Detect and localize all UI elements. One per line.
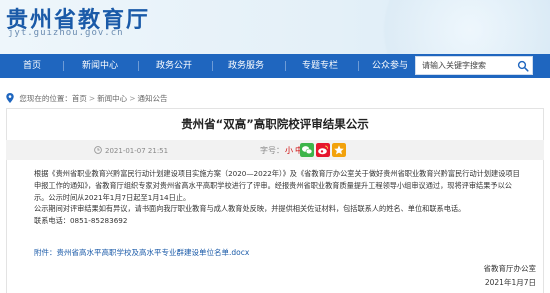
nav-item-news[interactable]: 新闻中心 [76,54,124,78]
nav-item-gov-services[interactable]: 政务服务 [222,54,270,78]
nav-separator [358,61,359,71]
weibo-share-icon[interactable] [316,143,330,157]
attachment-link[interactable]: 附件：贵州省高水平高职学校及高水平专业群建设单位名单.docx [34,247,249,258]
search-input[interactable] [416,57,518,74]
site-header: 贵州省教育厅 jyt.guizhou.gov.cn [0,0,550,54]
article-paragraph: 根据《贵州省职业教育兴黔富民行动计划建设项目实施方案（2020—2022年）》及… [34,169,520,202]
nav-item-gov-affairs[interactable]: 政务公开 [150,54,198,78]
font-size-small[interactable]: 小 [285,146,293,155]
breadcrumb-separator: > [129,94,136,103]
clock-icon [94,146,102,154]
signature-date: 2021年1月7日 [484,278,536,287]
search-icon[interactable] [517,60,529,72]
article-meta-bar: 2021-01-07 21:51 字号：小中大 [6,140,544,160]
site-domain: jyt.guizhou.gov.cn [8,28,124,38]
breadcrumb-link-home[interactable]: 首页 [72,94,87,103]
signature-organization: 省教育厅办公室 [483,264,537,273]
breadcrumb: 您现在的位置：首页 > 新闻中心 > 通知公告 [6,93,167,104]
article-date-text: 2021-01-07 21:51 [105,147,169,155]
article-date: 2021-01-07 21:51 [94,146,168,155]
article-body: 根据《贵州省职业教育兴黔富民行动计划建设项目实施方案（2020—2022年）》及… [34,168,524,227]
wechat-share-icon[interactable] [300,143,314,157]
article-paragraph: 公示期间对评审结果如有异议，请书面向我厅职业教育与成人教育处反映，并提供相关佐证… [34,204,466,214]
font-size-label: 字号： [260,146,284,155]
nav-item-public-participation[interactable]: 公众参与 [366,54,414,78]
breadcrumb-link-notices[interactable]: 通知公告 [137,94,167,103]
nav-item-home[interactable]: 首页 [14,54,50,78]
nav-separator [212,61,213,71]
header-decoration [360,0,550,54]
article-contact: 联系电话：0851-85283692 [34,216,128,226]
breadcrumb-prefix: 您现在的位置： [19,94,72,103]
breadcrumb-link-news[interactable]: 新闻中心 [97,94,127,103]
nav-separator [138,61,139,71]
location-pin-icon [6,93,14,103]
qzone-share-icon[interactable] [332,143,346,157]
breadcrumb-separator: > [88,94,96,103]
nav-separator [63,61,64,71]
article-title: 贵州省“双高”高职院校评审结果公示 [181,117,369,131]
search-box [415,56,533,75]
nav-separator [285,61,286,71]
nav-item-special-topics[interactable]: 专题专栏 [296,54,344,78]
